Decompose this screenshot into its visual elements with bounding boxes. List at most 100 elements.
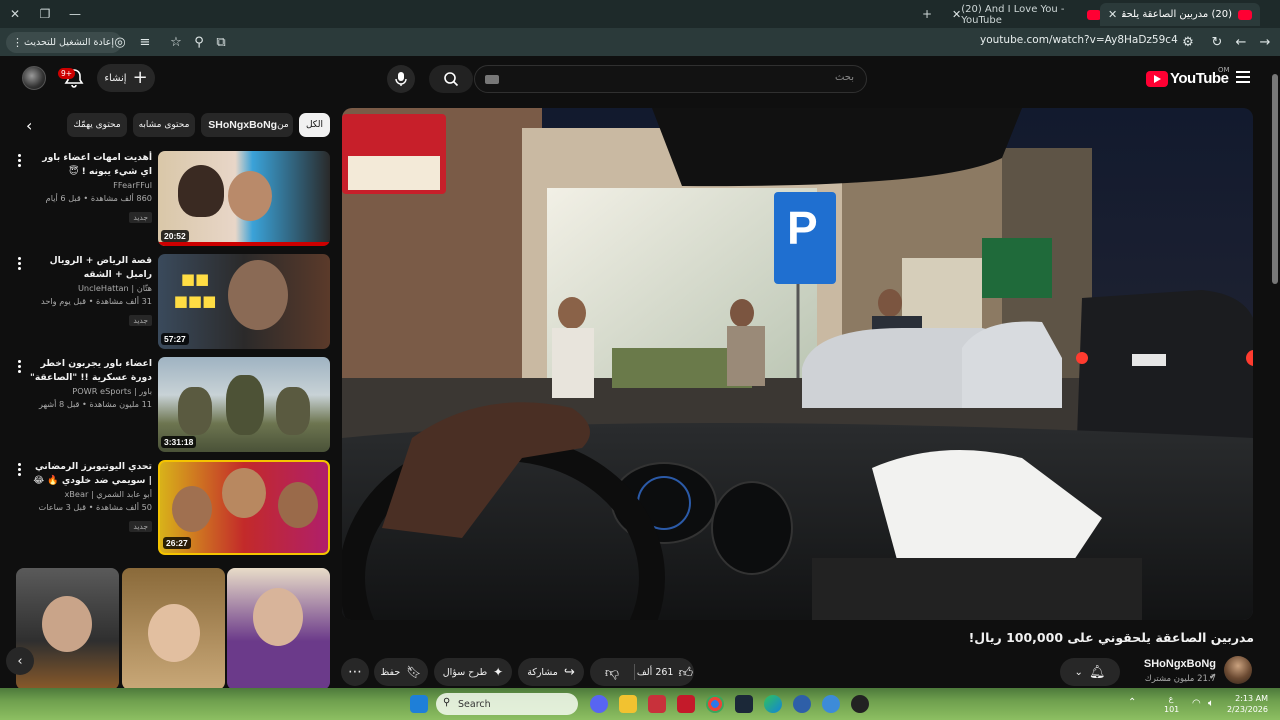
app-icon[interactable] [677,695,695,713]
zoom-icon[interactable]: ⚲ [189,32,209,52]
video-thumbnail[interactable]: 3:31:18 [158,357,330,452]
tab-current-video[interactable]: (20) مدربين الصاعقة يلحقوني ع... ✕ [1100,3,1260,26]
more-horizontal-icon: ⋯ [348,664,362,680]
tab-and-i-love-you[interactable]: (20) And I Love You - YouTube ✕ [944,3,1109,26]
share-button[interactable]: ↪ مشاركة [518,658,584,686]
steam-icon[interactable] [735,695,753,713]
url-field[interactable]: youtube.com/watch?v=Ay8HaDz59c4 [980,34,1178,46]
minimize-window-icon[interactable]: — [60,0,90,28]
recommendation-item[interactable]: 26:27 تحدي اليوتيوبرز الرمضاني | سويمي ض… [10,460,332,557]
save-button[interactable]: 🔖︎ حفظ [374,658,428,686]
short-thumbnail[interactable] [227,568,330,690]
recommendation-item[interactable]: 3:31:18 اعضاء باور يجربون اخطر دورة عسكر… [10,357,332,454]
video-thumbnail[interactable]: ■■ ■■■ 57:27 [158,254,330,349]
volume-icon[interactable]: 🔈︎ [1208,698,1214,709]
recommendation-item[interactable]: 20:52 أهديت امهات اعضاء باور اي شيء يبون… [10,151,332,248]
app-icon[interactable] [822,695,840,713]
file-explorer-icon[interactable] [619,695,637,713]
search-placeholder: بحث [834,72,854,83]
search-icon: ⚲ [443,697,451,708]
close-window-icon[interactable]: ✕ [0,0,30,28]
clock-date: 2/23/2026 [1226,705,1268,714]
hamburger-menu-icon[interactable] [1236,71,1250,83]
like-button[interactable]: 👍︎ 261 ألف [636,658,694,686]
input-language[interactable]: ع 101 [1164,693,1179,715]
new-tab-button[interactable]: + [912,0,942,28]
subscribed-notifications-button[interactable]: 🔔︎ ⌄ [1060,658,1120,686]
recommendation-channel[interactable]: FFearFFul [30,179,152,192]
recommendation-channel[interactable]: أبو عابد الشمري | xBear [30,488,152,501]
voice-search-button[interactable] [387,65,415,93]
language-code: ع [1168,694,1174,703]
app-icon[interactable] [793,695,811,713]
recommendation-stats: 31 ألف مشاهدة • قبل يوم واحد [41,296,152,306]
more-vertical-icon[interactable] [18,463,22,478]
chrome-icon[interactable] [706,695,724,713]
bookmark-star-icon[interactable]: ☆ [166,32,186,52]
taskbar-clock[interactable]: 2:13 AM 2/23/2026 [1224,693,1268,715]
recommendation-title[interactable]: أهديت امهات اعضاء باور اي شيء يبونه ! 😇 [30,151,152,179]
recommendation-title[interactable]: قصة الرياض + الرويال رامبل + الشقه [30,254,152,282]
edge-icon[interactable] [764,695,782,713]
forward-icon[interactable]: → [1255,32,1275,52]
close-tab-icon[interactable]: ✕ [952,8,961,21]
recommendation-title[interactable]: تحدي اليوتيوبرز الرمضاني | سويمي ضد خلود… [30,460,152,488]
reload-icon[interactable]: ↻ [1207,32,1227,52]
more-options-icon[interactable]: ⋮ [12,36,23,49]
os-taskbar: ⚲ Search ⌃ ع 101 ◠ 🔈︎ 2:13 AM 2/23/2026 [0,688,1280,720]
relaunch-to-update-button[interactable]: إعادة التشغيل للتحديث ⋮ [6,32,122,53]
more-vertical-icon[interactable] [18,360,22,375]
wifi-icon[interactable]: ◠ [1192,698,1201,709]
create-button[interactable]: + إنشاء [97,64,155,92]
back-icon[interactable]: ← [1231,32,1251,52]
video-player[interactable]: P [342,108,1253,620]
youtube-logo[interactable]: YouTube OM [1146,66,1230,87]
site-settings-icon[interactable]: ⚙ [1178,32,1198,52]
channel-avatar[interactable] [1224,656,1252,684]
windows-start-icon[interactable] [410,695,428,713]
thumbnail-person [222,468,266,518]
short-thumbnail[interactable] [16,568,119,690]
profile-icon[interactable]: ◎ [110,32,130,52]
more-actions-button[interactable]: ⋯ [341,658,369,686]
page-scrollbar[interactable] [1270,56,1280,688]
chip-for-you[interactable]: محتوى يهمّك [67,113,127,137]
country-code: OM [1218,66,1230,74]
dislike-button[interactable]: 👎︎ [590,658,634,686]
maximize-window-icon[interactable]: ❐ [30,0,60,28]
short-thumbnail[interactable] [122,568,225,690]
video-thumbnail[interactable]: 20:52 [158,151,330,246]
recommendation-item[interactable]: ■■ ■■■ 57:27 قصة الرياض + الرويال رامبل +… [10,254,332,351]
app-icon[interactable] [851,695,869,713]
more-vertical-icon[interactable] [18,154,22,169]
scroll-left-button[interactable]: ‹ [6,647,34,675]
discord-icon[interactable] [590,695,608,713]
install-app-icon[interactable]: ⧉ [211,32,231,52]
search-button[interactable] [429,65,473,93]
video-thumbnail[interactable]: 26:27 [158,460,330,555]
chevron-left-icon: ‹ [17,653,23,669]
reading-list-icon[interactable]: ≡ [135,32,155,52]
plus-icon: + [132,67,148,88]
search-input[interactable]: بحث [474,65,867,93]
ask-button[interactable]: ✦ طرح سؤال [434,658,512,686]
new-badge: جديد [129,521,152,532]
recommendation-title[interactable]: اعضاء باور يجربون اخطر دورة عسكرية !! "ا… [30,357,152,385]
share-arrow-icon: ↪ [563,664,575,680]
keyboard-icon[interactable] [485,75,499,84]
close-tab-icon[interactable]: ✕ [1108,8,1117,21]
chip-related[interactable]: محتوى مشابه [133,113,195,137]
app-icon[interactable] [648,695,666,713]
tray-overflow-icon[interactable]: ⌃ [1128,697,1136,708]
duration-badge: 3:31:18 [161,436,197,448]
chip-from-channel[interactable]: من SHoNgxBoNg [201,113,293,137]
chip-all[interactable]: الكل [299,113,330,137]
recommendation-channel[interactable]: هتّان | UncleHattan [30,282,152,295]
chevron-left-icon[interactable]: ‹ [26,116,32,135]
scrollbar-thumb[interactable] [1272,74,1278,284]
recommendation-stats: 50 ألف مشاهدة • قبل 3 ساعات [38,502,152,512]
more-vertical-icon[interactable] [18,257,22,272]
recommendation-channel[interactable]: باور | POWR eSports [30,385,152,398]
account-avatar[interactable] [22,66,46,90]
taskbar-search[interactable]: ⚲ Search [436,693,578,715]
